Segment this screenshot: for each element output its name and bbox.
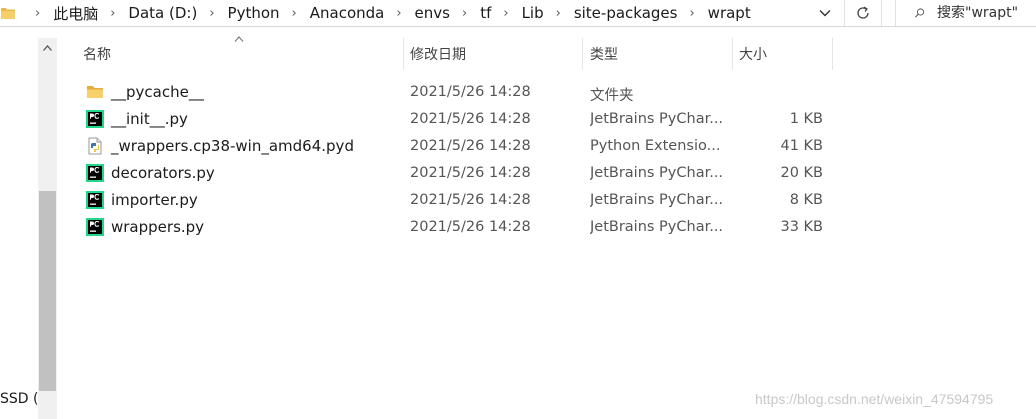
file-row[interactable]: decorators.py 2021/5/26 14:28 JetBrains … [77, 160, 837, 187]
file-name: decorators.py [111, 164, 215, 182]
file-date: 2021/5/26 14:28 [410, 111, 531, 127]
file-row[interactable]: __init__.py 2021/5/26 14:28 JetBrains Py… [77, 106, 837, 133]
file-row[interactable]: importer.py 2021/5/26 14:28 JetBrains Py… [77, 187, 837, 214]
scroll-up-button[interactable] [38, 38, 57, 58]
file-date: 2021/5/26 14:28 [410, 165, 531, 181]
file-type: JetBrains PyChar... [590, 192, 724, 208]
address-history-dropdown[interactable] [811, 0, 839, 26]
file-type: JetBrains PyChar... [590, 165, 724, 181]
column-divider[interactable] [403, 38, 404, 70]
file-type: Python Extensio... [590, 138, 721, 154]
file-date: 2021/5/26 14:28 [410, 219, 531, 235]
column-divider[interactable] [582, 38, 583, 70]
breadcrumb-site-packages[interactable]: site-packages [574, 4, 678, 22]
breadcrumb-separator[interactable]: › [689, 6, 694, 21]
file-name: _wrappers.cp38-win_amd64.pyd [111, 137, 354, 155]
watermark: https://blog.csdn.net/weixin_47594795 [755, 391, 994, 407]
column-header-date[interactable]: 修改日期 [410, 38, 580, 70]
breadcrumb-lib[interactable]: Lib [522, 4, 544, 22]
address-bar[interactable]: › 此电脑 › Data (D:) › Python › Anaconda › … [0, 0, 840, 26]
address-toolbar: › 此电脑 › Data (D:) › Python › Anaconda › … [0, 0, 1036, 27]
file-date: 2021/5/26 14:28 [410, 192, 531, 208]
breadcrumb-this-pc[interactable]: 此电脑 [53, 3, 98, 24]
breadcrumb-wrapt[interactable]: wrapt [708, 4, 751, 22]
navigation-pane[interactable]: SSD ( [0, 27, 38, 419]
refresh-button[interactable] [844, 0, 882, 26]
pycharm-file-icon [86, 164, 104, 182]
nav-scrollbar[interactable] [38, 38, 57, 419]
file-size: 8 KB [789, 192, 823, 208]
search-box[interactable] [895, 0, 1036, 26]
search-input[interactable] [937, 5, 1036, 21]
column-headers: 名称 修改日期 类型 大小 [77, 38, 837, 70]
file-size: 33 KB [780, 219, 823, 235]
file-list: __pycache__ 2021/5/26 14:28 文件夹 __init__… [77, 79, 837, 241]
file-size: 20 KB [780, 165, 823, 181]
breadcrumb-separator[interactable]: › [209, 6, 214, 21]
column-header-type[interactable]: 类型 [590, 38, 730, 70]
column-divider[interactable] [832, 38, 833, 70]
folder-icon [1, 8, 15, 19]
file-type: JetBrains PyChar... [590, 219, 724, 235]
file-name: wrappers.py [111, 218, 205, 236]
chevron-up-icon [43, 45, 52, 51]
breadcrumb-python[interactable]: Python [228, 4, 280, 22]
file-date: 2021/5/26 14:28 [410, 84, 531, 100]
file-size: 1 KB [789, 111, 823, 127]
breadcrumb-separator[interactable]: › [110, 6, 115, 21]
breadcrumb-separator[interactable]: › [503, 6, 508, 21]
breadcrumb-envs[interactable]: envs [415, 4, 450, 22]
breadcrumb-data-drive[interactable]: Data (D:) [128, 4, 197, 22]
breadcrumb-separator[interactable]: › [292, 6, 297, 21]
pycharm-file-icon [86, 110, 104, 128]
file-name: __pycache__ [111, 83, 204, 101]
file-name: importer.py [111, 191, 198, 209]
column-header-name[interactable]: 名称 [83, 38, 403, 70]
python-extension-icon [88, 137, 102, 155]
breadcrumb-tf[interactable]: tf [480, 4, 491, 22]
folder-icon [87, 86, 103, 98]
file-row[interactable]: wrappers.py 2021/5/26 14:28 JetBrains Py… [77, 214, 837, 241]
file-size: 41 KB [780, 138, 823, 154]
refresh-icon [857, 6, 869, 19]
file-row[interactable]: _wrappers.cp38-win_amd64.pyd 2021/5/26 1… [77, 133, 837, 160]
scroll-thumb[interactable] [39, 191, 56, 391]
column-divider[interactable] [732, 38, 733, 70]
breadcrumb-separator[interactable]: › [556, 6, 561, 21]
file-date: 2021/5/26 14:28 [410, 138, 531, 154]
column-header-size[interactable]: 大小 [739, 38, 832, 70]
pycharm-file-icon [86, 218, 104, 236]
breadcrumb-separator[interactable]: › [462, 6, 467, 21]
file-type: JetBrains PyChar... [590, 111, 724, 127]
file-type: 文件夹 [590, 88, 634, 104]
file-name: __init__.py [111, 110, 188, 128]
search-icon [915, 8, 925, 18]
nav-item-ssd-drive[interactable]: SSD ( [0, 391, 38, 407]
chevron-down-icon [819, 10, 831, 17]
pycharm-file-icon [86, 191, 104, 209]
sort-ascending-icon [234, 36, 244, 42]
file-row[interactable]: __pycache__ 2021/5/26 14:28 文件夹 [77, 79, 837, 106]
breadcrumb-separator: › [35, 5, 41, 21]
breadcrumb-anaconda[interactable]: Anaconda [310, 4, 385, 22]
breadcrumb-separator[interactable]: › [396, 6, 401, 21]
